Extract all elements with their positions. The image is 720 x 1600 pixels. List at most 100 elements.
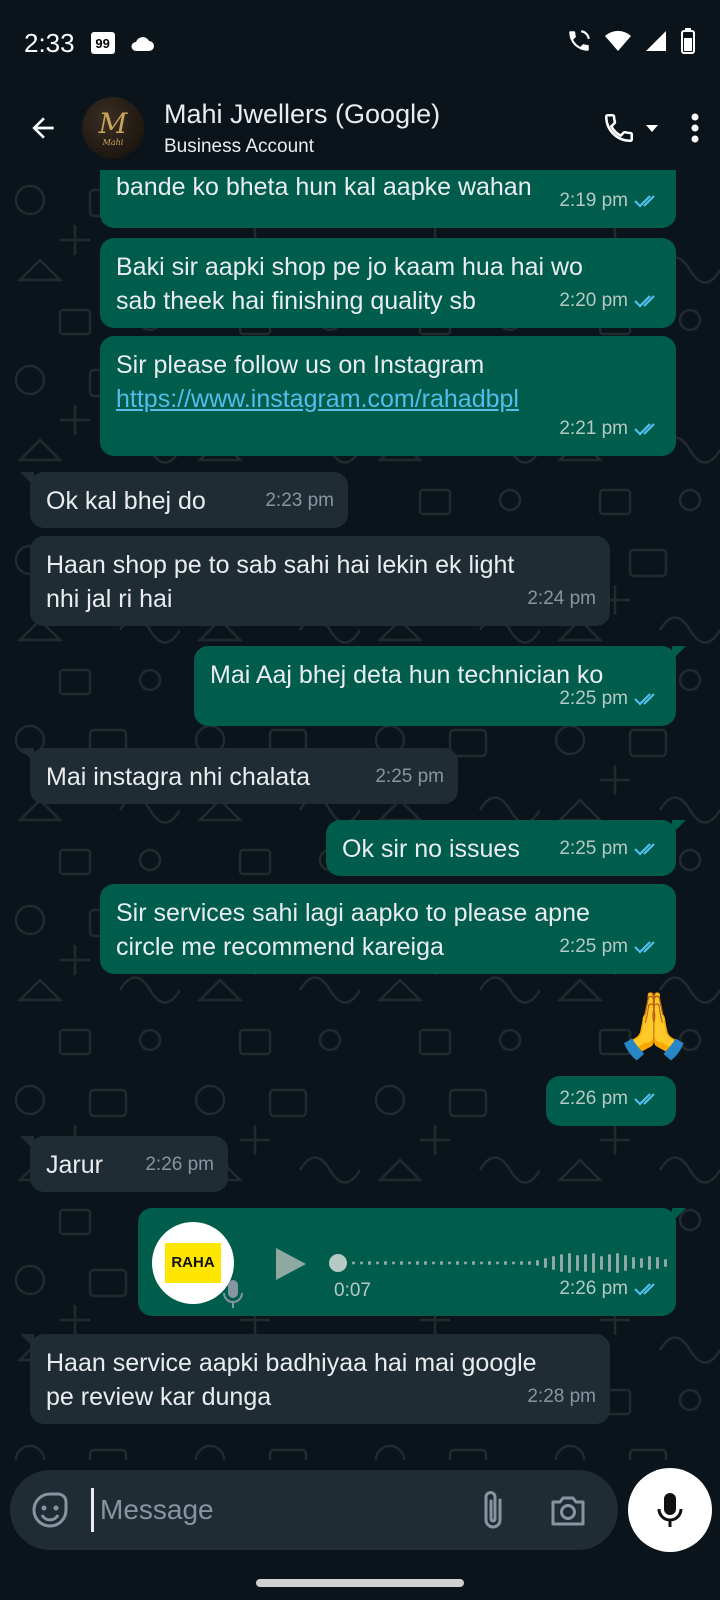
waveform-bar (392, 1261, 395, 1265)
read-ticks-icon (634, 295, 655, 308)
message-time: 2:23 pm (265, 490, 334, 511)
waveform-bar (432, 1261, 435, 1265)
signal-icon (646, 31, 666, 51)
message-time: 2:26 pm (559, 1088, 628, 1109)
read-ticks-icon (634, 423, 655, 436)
more-icon (691, 113, 699, 143)
read-ticks-icon (634, 195, 655, 208)
waveform-bar (592, 1253, 595, 1273)
message-outgoing[interactable]: 2:26 pm (546, 1076, 676, 1126)
waveform-bar (480, 1261, 483, 1265)
instagram-link[interactable]: https://www.instagram.com/rahadbpl (116, 382, 660, 416)
waveform-bar (560, 1254, 563, 1272)
notification-badge-icon: 99 (90, 32, 115, 54)
contact-avatar[interactable]: M Mahi (82, 97, 144, 159)
message-time: 2:24 pm (527, 588, 596, 609)
message-outgoing[interactable]: Sir services sahi lagi aapko to please a… (100, 884, 676, 974)
chat-messages[interactable]: bande ko bheta hun kal aapke wahan 2:19 … (0, 170, 720, 1460)
status-time: 2:33 (24, 27, 75, 58)
waveform-bar (488, 1261, 491, 1265)
waveform-bar (464, 1261, 467, 1265)
sticker-icon (32, 1492, 68, 1528)
emoji-message[interactable]: 🙏 (614, 990, 694, 1060)
waveform-bar (400, 1261, 403, 1265)
message-composer (10, 1470, 618, 1550)
voice-duration: 0:07 (334, 1280, 371, 1301)
message-text-line: Sir please follow us on Instagram (116, 351, 485, 379)
back-button[interactable] (16, 101, 70, 155)
message-incoming[interactable]: Haan shop pe to sab sahi hai lekin ek li… (30, 536, 610, 626)
waveform-bar (648, 1256, 651, 1270)
wifi-call-icon (569, 30, 590, 51)
message-time: 2:26 pm (559, 1278, 628, 1299)
dropdown-icon (646, 125, 658, 132)
avatar-logo-text: Mahi (102, 137, 124, 147)
message-time: 2:25 pm (559, 936, 628, 957)
message-outgoing[interactable]: Mai Aaj bhej deta hun technician ko 2:25… (194, 646, 686, 726)
voice-record-button[interactable] (628, 1468, 712, 1552)
avatar-logo-letter: M (98, 106, 128, 140)
waveform-bar (520, 1261, 523, 1265)
message-incoming[interactable]: Haan service aapki badhiyaa hai mai goog… (20, 1334, 610, 1424)
waveform-bar (360, 1261, 363, 1265)
battery-icon (681, 28, 695, 54)
waveform-bar (416, 1261, 419, 1265)
read-ticks-icon (634, 941, 655, 954)
waveform-bar (424, 1261, 427, 1265)
waveform-bar (352, 1261, 355, 1265)
call-dropdown-button[interactable] (642, 101, 662, 155)
contact-name: Mahi Jwellers (Google) (164, 98, 441, 129)
contact-subtitle: Business Account (164, 135, 314, 157)
message-text-line: Baki sir aapki shop pe jo kaam hua hai w… (116, 253, 583, 281)
message-outgoing[interactable]: Sir please follow us on Instagram https:… (100, 336, 676, 456)
message-time: 2:20 pm (559, 290, 628, 311)
waveform-bar (568, 1253, 571, 1273)
chat-header: M Mahi Mahi Jwellers (Google) Business A… (0, 86, 720, 170)
message-time: 2:25 pm (559, 688, 628, 709)
message-input[interactable] (100, 1488, 450, 1532)
read-ticks-icon (634, 843, 655, 856)
attach-icon (484, 1491, 502, 1529)
message-outgoing[interactable]: Ok sir no issues 2:25 pm (326, 820, 686, 876)
message-incoming[interactable]: Ok kal bhej do 2:23 pm (20, 472, 348, 528)
play-icon[interactable] (270, 1244, 310, 1284)
waveform-bar (624, 1255, 627, 1271)
read-ticks-icon (634, 693, 655, 706)
wifi-icon (605, 30, 631, 51)
message-time: 2:25 pm (559, 838, 628, 859)
camera-button[interactable] (548, 1490, 588, 1535)
call-button[interactable] (602, 101, 636, 155)
message-text-line: Haan shop pe to sab sahi hai lekin ek li… (46, 551, 515, 579)
message-outgoing[interactable]: Baki sir aapki shop pe jo kaam hua hai w… (100, 238, 676, 328)
cloud-icon (131, 37, 154, 51)
mic-icon (223, 1280, 243, 1308)
more-options-button[interactable] (690, 101, 700, 155)
message-incoming[interactable]: Mai instagra nhi chalata 2:25 pm (20, 748, 458, 804)
waveform-bar (472, 1261, 475, 1265)
waveform-bar (376, 1261, 379, 1265)
gesture-nav-bar[interactable] (256, 1579, 464, 1587)
message-incoming[interactable]: Jarur 2:26 pm (20, 1136, 228, 1192)
contact-info[interactable]: Mahi Jwellers (Google) Business Account (164, 99, 602, 158)
message-time: 2:21 pm (559, 418, 628, 439)
message-text-line: Sir services sahi lagi aapko to please a… (116, 899, 590, 927)
waveform-bar (552, 1256, 555, 1270)
waveform-bar (504, 1261, 507, 1265)
waveform-bar (600, 1256, 603, 1270)
waveform-bar (512, 1261, 515, 1265)
raha-logo: RAHA (165, 1243, 221, 1283)
message-time: 2:28 pm (527, 1386, 596, 1407)
message-text-line: nhi jal ri hai (46, 585, 173, 613)
text-cursor (91, 1488, 94, 1532)
message-outgoing[interactable]: bande ko bheta hun kal aapke wahan 2:19 … (100, 170, 676, 228)
waveform-bar (584, 1254, 587, 1272)
attach-button[interactable] (478, 1488, 508, 1537)
message-time: 2:25 pm (375, 766, 444, 787)
waveform-bar (664, 1259, 667, 1267)
waveform-bar (528, 1261, 531, 1265)
waveform-bar (368, 1261, 371, 1265)
voice-message[interactable]: RAHA 0:07 2:26 pm (138, 1208, 686, 1316)
sticker-button[interactable] (30, 1490, 70, 1535)
waveform-bar (456, 1261, 459, 1265)
call-icon (604, 113, 634, 143)
